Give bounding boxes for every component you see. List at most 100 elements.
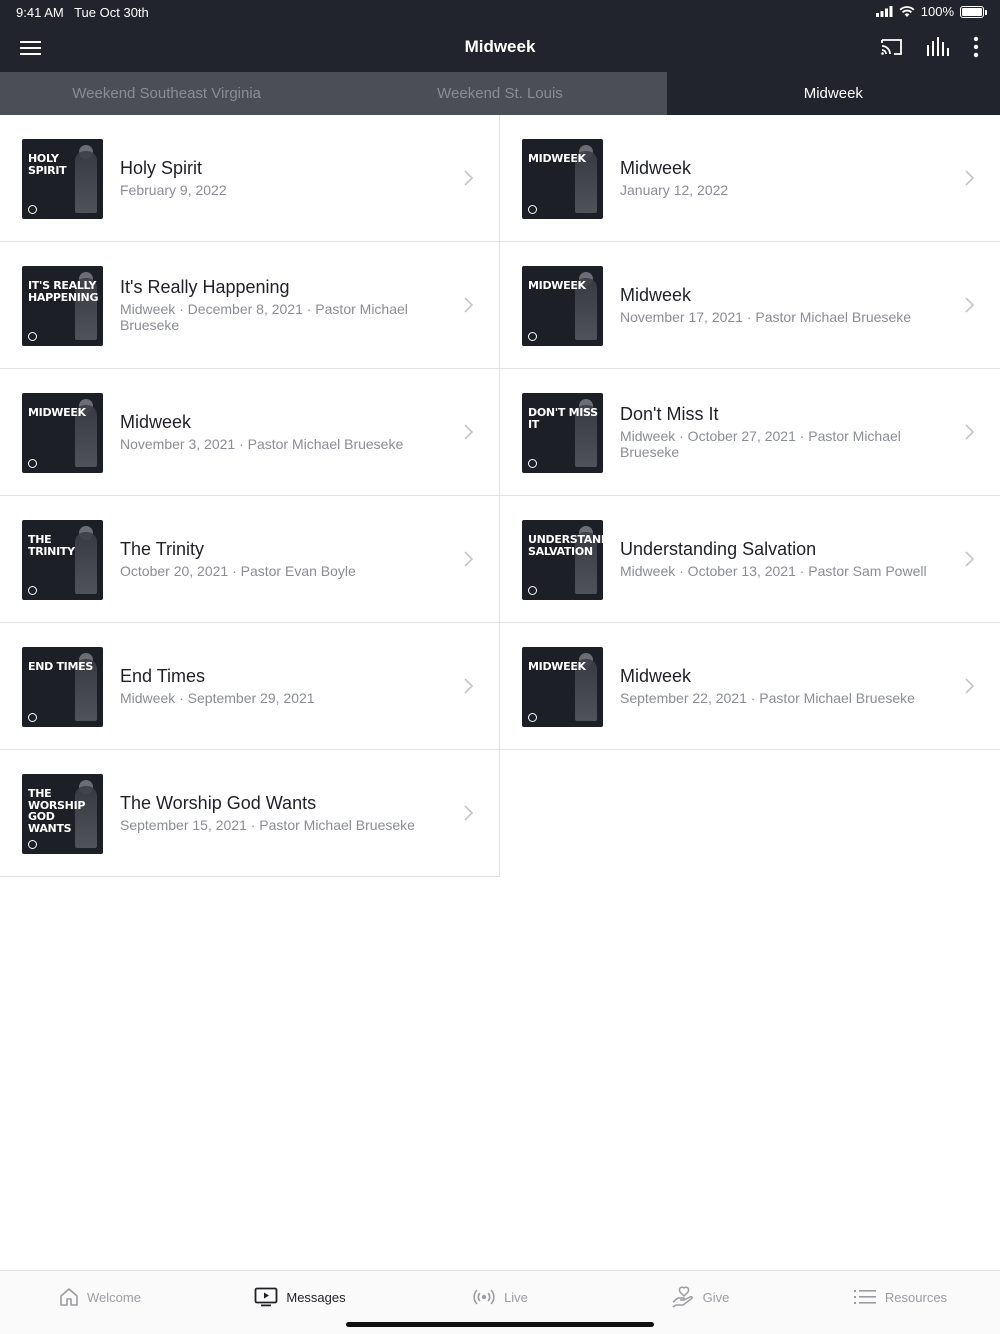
message-text: Midweek November 3, 2021 · Pastor Michael… [120, 369, 439, 495]
home-icon [60, 1288, 78, 1306]
message-title: Midweek [120, 412, 192, 432]
audio-levels-button[interactable] [926, 36, 950, 63]
thumbnail-title: MIDWEEK [528, 152, 586, 165]
message-title: Holy Spirit [120, 158, 203, 178]
message-meta: November 17, 2021 · Pastor Michael Brues… [620, 309, 912, 325]
message-meta: October 20, 2021 · Pastor Evan Boyle [120, 563, 356, 579]
status-date: Tue Oct 30th [74, 5, 149, 20]
chevron-right-icon [965, 551, 975, 567]
bottom-tab-items: Welcome Messages Live Give Resources [0, 1271, 1000, 1323]
tabbar-welcome[interactable]: Welcome [0, 1271, 200, 1323]
tv-icon [254, 1287, 278, 1307]
tabbar-resources-label: Resources [884, 1289, 948, 1305]
message-list-item[interactable]: DON'T MISS IT Don't Miss It Midweek · Octo… [500, 369, 1000, 496]
tabbar-messages[interactable]: Messages [200, 1271, 400, 1323]
thumbnail-title: HOLY SPIRIT [28, 152, 67, 177]
series-tabs: Weekend Southeast Virginia Weekend St. L… [0, 72, 1000, 115]
church-logo-icon [528, 459, 537, 468]
thumbnail-title: MIDWEEK [528, 279, 586, 292]
thumbnail-title: END TIMES [28, 660, 93, 673]
chevron-right-icon [464, 170, 474, 186]
church-logo-icon [528, 332, 537, 341]
message-thumbnail: DON'T MISS IT [522, 393, 603, 473]
more-vertical-icon [973, 36, 979, 58]
message-text: Midweek January 12, 2022 [620, 115, 940, 241]
church-logo-icon [28, 332, 37, 341]
message-list-item[interactable]: MIDWEEK Midweek November 3, 2021 · Pastor … [0, 369, 500, 496]
message-list-item[interactable]: END TIMES End Times Midweek · September 29… [0, 623, 500, 750]
message-thumbnail: MIDWEEK [22, 393, 103, 473]
message-text: The Worship God Wants September 15, 2021 … [120, 750, 439, 876]
tab-midweek[interactable]: Midweek [666, 72, 1000, 115]
message-list-item[interactable]: MIDWEEK Midweek January 12, 2022 [500, 115, 1000, 242]
tab-weekend-st-louis[interactable]: Weekend St. Louis [333, 72, 666, 115]
chevron-right-icon [965, 424, 975, 440]
message-thumbnail: HOLY SPIRIT [22, 139, 103, 219]
tabbar-live-label: Live [504, 1289, 528, 1305]
broadcast-icon [473, 1289, 495, 1305]
message-grid: HOLY SPIRIT Holy Spirit February 9, 2022 MI… [0, 115, 1000, 877]
status-right: 100% [875, 4, 987, 19]
message-text: Don't Miss It Midweek · October 27, 2021 … [620, 369, 940, 495]
message-meta: Midweek · December 8, 2021 · Pastor Mich… [120, 301, 408, 333]
message-title: The Worship God Wants [120, 793, 317, 813]
give-hand-icon [672, 1286, 693, 1308]
message-title: End Times [120, 666, 206, 686]
message-text: End Times Midweek · September 29, 2021 [120, 623, 439, 749]
church-logo-icon [28, 713, 37, 722]
thumbnail-title: THE TRINITY [28, 533, 75, 558]
message-title: It's Really Happening [120, 277, 290, 297]
message-list-item[interactable]: MIDWEEK Midweek November 17, 2021 · Pastor… [500, 242, 1000, 369]
cast-button[interactable] [880, 36, 904, 63]
bottom-tab-bar: Welcome Messages Live Give Resources [0, 1270, 1000, 1334]
list-icon [853, 1290, 876, 1304]
message-list-item[interactable]: UNDERSTANDING SALVATION Understanding Sal… [500, 496, 1000, 623]
tabbar-resources[interactable]: Resources [800, 1271, 1000, 1323]
message-thumbnail: THE TRINITY [22, 520, 103, 600]
message-text: It's Really Happening Midweek · December … [120, 242, 439, 368]
chevron-right-icon [965, 678, 975, 694]
message-text: The Trinity October 20, 2021 · Pastor Eva… [120, 496, 439, 622]
thumbnail-title: UNDERSTANDING SALVATION [528, 533, 603, 558]
tabbar-give[interactable]: Give [600, 1271, 800, 1323]
church-logo-icon [28, 840, 37, 849]
chevron-right-icon [464, 297, 474, 313]
status-left: 9:41 AM Tue Oct 30th [16, 5, 156, 20]
thumbnail-title: MIDWEEK [28, 406, 86, 419]
message-title: The Trinity [120, 539, 205, 559]
message-meta: January 12, 2022 [620, 182, 729, 198]
signal-icon [875, 6, 893, 17]
battery-percent: 100% [920, 4, 954, 19]
message-thumbnail: MIDWEEK [522, 266, 603, 346]
message-thumbnail: THE WORSHIP GOD WANTS [22, 774, 103, 854]
message-meta: September 22, 2021 · Pastor Michael Brue… [620, 690, 915, 706]
message-text: Midweek November 17, 2021 · Pastor Michae… [620, 242, 940, 368]
message-list-item[interactable]: THE WORSHIP GOD WANTS The Worship God Wan… [0, 750, 500, 877]
church-logo-icon [28, 586, 37, 595]
message-title: Midweek [620, 666, 692, 686]
tab-weekend-southeast-virginia[interactable]: Weekend Southeast Virginia [0, 72, 333, 115]
cast-icon [881, 39, 902, 55]
message-list-item[interactable]: HOLY SPIRIT Holy Spirit February 9, 2022 [0, 115, 500, 242]
chevron-right-icon [965, 170, 975, 186]
battery-icon [960, 5, 987, 18]
message-list-item[interactable]: IT'S REALLY HAPPENING It's Really Happeni… [0, 242, 500, 369]
chevron-right-icon [965, 297, 975, 313]
message-title: Understanding Salvation [620, 539, 817, 559]
chevron-right-icon [464, 678, 474, 694]
message-text: Holy Spirit February 9, 2022 [120, 115, 439, 241]
tabbar-live[interactable]: Live [400, 1271, 600, 1323]
chevron-right-icon [464, 805, 474, 821]
church-logo-icon [528, 205, 537, 214]
tabbar-welcome-label: Welcome [87, 1289, 141, 1305]
app-root: 9:41 AM Tue Oct 30th 100% Midweek Weeken… [0, 0, 1000, 1334]
message-list-item[interactable]: THE TRINITY The Trinity October 20, 2021 ·… [0, 496, 500, 623]
wifi-icon [899, 5, 915, 17]
message-meta: Midweek · October 13, 2021 · Pastor Sam … [620, 563, 927, 579]
more-options-button[interactable] [972, 36, 980, 63]
message-list-item[interactable]: MIDWEEK Midweek September 22, 2021 · Pasto… [500, 623, 1000, 750]
message-text: Midweek September 22, 2021 · Pastor Micha… [620, 623, 940, 749]
message-thumbnail: IT'S REALLY HAPPENING [22, 266, 103, 346]
chevron-right-icon [464, 424, 474, 440]
thumbnail-title: THE WORSHIP GOD WANTS [28, 787, 86, 835]
